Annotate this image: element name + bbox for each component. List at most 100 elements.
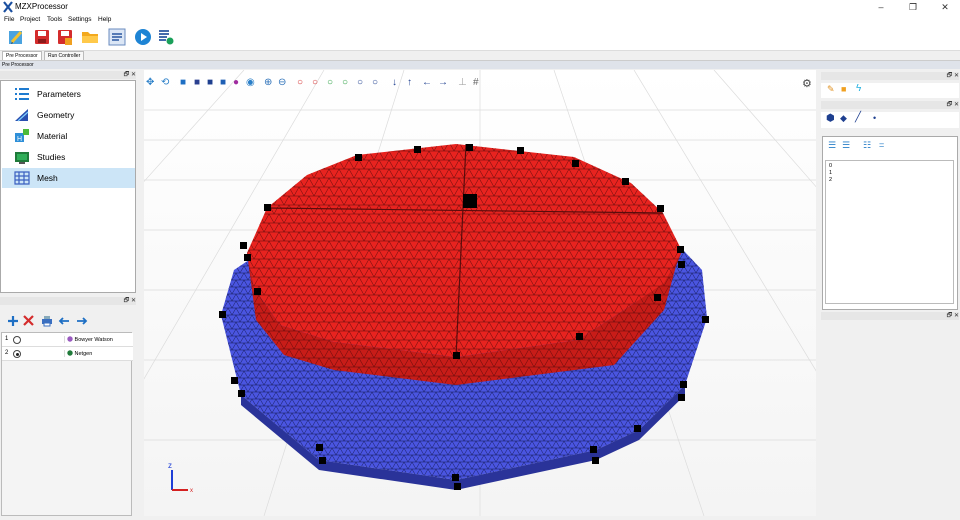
rotate-x-reverse-icon[interactable]: ○ [312, 76, 318, 90]
list-icon[interactable] [108, 28, 126, 46]
arrow-right-icon[interactable]: → [438, 76, 448, 90]
align-left-icon[interactable]: ☰ [828, 140, 836, 151]
material-icon: H [15, 129, 29, 143]
grid-icon[interactable]: # [473, 76, 479, 90]
tree-item-material[interactable]: H Material [2, 126, 135, 146]
export-icon[interactable] [76, 315, 88, 327]
mesh-dock-header: 🗗 ✕ [0, 297, 136, 305]
row-number: 2 [5, 350, 9, 356]
print-icon[interactable] [41, 315, 53, 327]
svg-text:H: H [17, 136, 22, 143]
select-face-icon[interactable]: ◆ [840, 113, 847, 124]
axis-z-label: z [168, 461, 172, 470]
menu-file[interactable]: File [4, 16, 14, 23]
gear-icon[interactable]: ⚙ [802, 77, 812, 90]
menu-settings[interactable]: Settings [68, 16, 92, 23]
app-logo-icon [3, 1, 13, 13]
edit-icon[interactable] [7, 28, 25, 46]
dock-controls[interactable]: 🗗 ✕ [947, 102, 959, 108]
section-header-label: Pre Processor [2, 62, 34, 68]
menu-help[interactable]: Help [98, 16, 111, 23]
list-item[interactable]: 1 [829, 170, 832, 176]
tree-item-label: Studies [37, 152, 66, 162]
lightning-icon[interactable]: ϟ [856, 83, 861, 94]
rotate-z-icon[interactable]: ○ [357, 76, 363, 90]
mesher-name-text: Netgen [74, 351, 93, 357]
view-back-icon[interactable]: ■ [194, 76, 200, 90]
zoom-out-icon[interactable]: ⊖ [278, 76, 286, 90]
dock-controls[interactable]: 🗗 ✕ [947, 313, 959, 319]
select-edge-icon[interactable]: ╱ [855, 112, 861, 123]
view-front-icon[interactable]: ■ [180, 76, 186, 90]
align-top-icon[interactable]: ☰ [842, 140, 850, 151]
close-button[interactable]: ✕ [930, 0, 960, 14]
row-number: 1 [5, 336, 9, 342]
arrow-up-icon[interactable]: ↑ [407, 76, 412, 90]
tree-dock-header: 🗗 ✕ [0, 71, 136, 79]
zoom-in-icon[interactable]: ⊕ [264, 76, 272, 90]
radio-button[interactable] [13, 350, 21, 358]
delete-icon[interactable] [23, 315, 34, 326]
select-point-icon[interactable]: • [873, 113, 876, 123]
menu-tools[interactable]: Tools [47, 16, 62, 23]
list-view-icon[interactable]: ☷ [863, 140, 871, 151]
import-icon[interactable] [58, 315, 70, 327]
netgen-icon [67, 350, 73, 356]
settings-list-icon[interactable] [157, 28, 175, 46]
save-as-icon[interactable] [56, 28, 74, 46]
brush-icon[interactable]: ✎ [827, 84, 835, 95]
mesher-name: Bowyer Watson [64, 336, 113, 343]
viewport-toolbar: ✥ ⟲ ■ ■ ■ ■ ● ◉ ⊕ ⊖ ○ ○ ○ ○ ○ ○ ↓ ↑ ← → … [144, 76, 544, 90]
list-item[interactable]: 0 [829, 163, 832, 169]
tree-item-parameters[interactable]: Parameters [2, 84, 135, 104]
rotate-y-reverse-icon[interactable]: ○ [342, 76, 348, 90]
rotate-y-icon[interactable]: ○ [327, 76, 333, 90]
tab-bar [0, 51, 960, 61]
select-volume-icon[interactable]: ⬢ [826, 113, 835, 124]
title-bar [0, 0, 960, 14]
arrow-down-icon[interactable]: ↓ [392, 76, 397, 90]
folder-icon[interactable]: ■ [841, 84, 846, 94]
visibility-icon[interactable]: ◉ [246, 76, 255, 90]
rotate-z-reverse-icon[interactable]: ○ [372, 76, 378, 90]
right-dock-header-1: 🗗 ✕ [821, 72, 959, 80]
mesh-table: 1 Bowyer Watson 2 Netgen [1, 332, 133, 516]
dock-controls[interactable]: 🗗 ✕ [124, 72, 136, 78]
project-tree: Parameters Geometry H Material Studies M… [0, 80, 136, 293]
save-icon[interactable] [33, 28, 51, 46]
tree-item-mesh[interactable]: Mesh [2, 168, 135, 188]
add-icon[interactable] [7, 315, 19, 327]
tree-item-studies[interactable]: Studies [2, 147, 135, 167]
minimize-button[interactable]: – [866, 0, 896, 14]
table-row[interactable]: 2 Netgen [2, 347, 133, 361]
mesh-icon [14, 171, 30, 185]
maximize-button[interactable]: ❐ [898, 0, 928, 14]
rotate-icon[interactable]: ⟲ [161, 76, 169, 90]
shading-icon[interactable]: ● [233, 76, 239, 90]
view-bottom-icon[interactable]: ■ [220, 76, 226, 90]
menu-project[interactable]: Project [20, 16, 40, 23]
bowyer-watson-icon [67, 336, 73, 342]
axes-icon[interactable]: ⊥ [458, 76, 467, 90]
pan-icon[interactable]: ✥ [146, 76, 154, 90]
tab-run-controller[interactable]: Run Controller [44, 51, 85, 60]
app-title: MZXProcessor [15, 2, 68, 11]
mesh-toolbar [0, 311, 136, 331]
equal-icon[interactable]: = [879, 140, 884, 150]
dock-controls[interactable]: 🗗 ✕ [124, 298, 136, 304]
dock-controls[interactable]: 🗗 ✕ [947, 73, 959, 79]
list-item[interactable]: 2 [829, 177, 832, 183]
menu-bar [0, 14, 960, 25]
open-folder-icon[interactable] [81, 28, 99, 46]
run-icon[interactable] [134, 28, 152, 46]
tree-item-geometry[interactable]: Geometry [2, 105, 135, 125]
table-row[interactable]: 1 Bowyer Watson [2, 333, 133, 347]
view-top-icon[interactable]: ■ [207, 76, 213, 90]
tab-pre-processor[interactable]: Pre Processor [2, 51, 42, 60]
geometry-icon [15, 109, 29, 122]
radio-button[interactable] [13, 336, 21, 344]
selection-list[interactable]: 0 1 2 [825, 160, 954, 304]
rotate-x-icon[interactable]: ○ [297, 76, 303, 90]
arrow-left-icon[interactable]: ← [422, 76, 432, 90]
3d-viewport[interactable]: z x [144, 70, 816, 516]
